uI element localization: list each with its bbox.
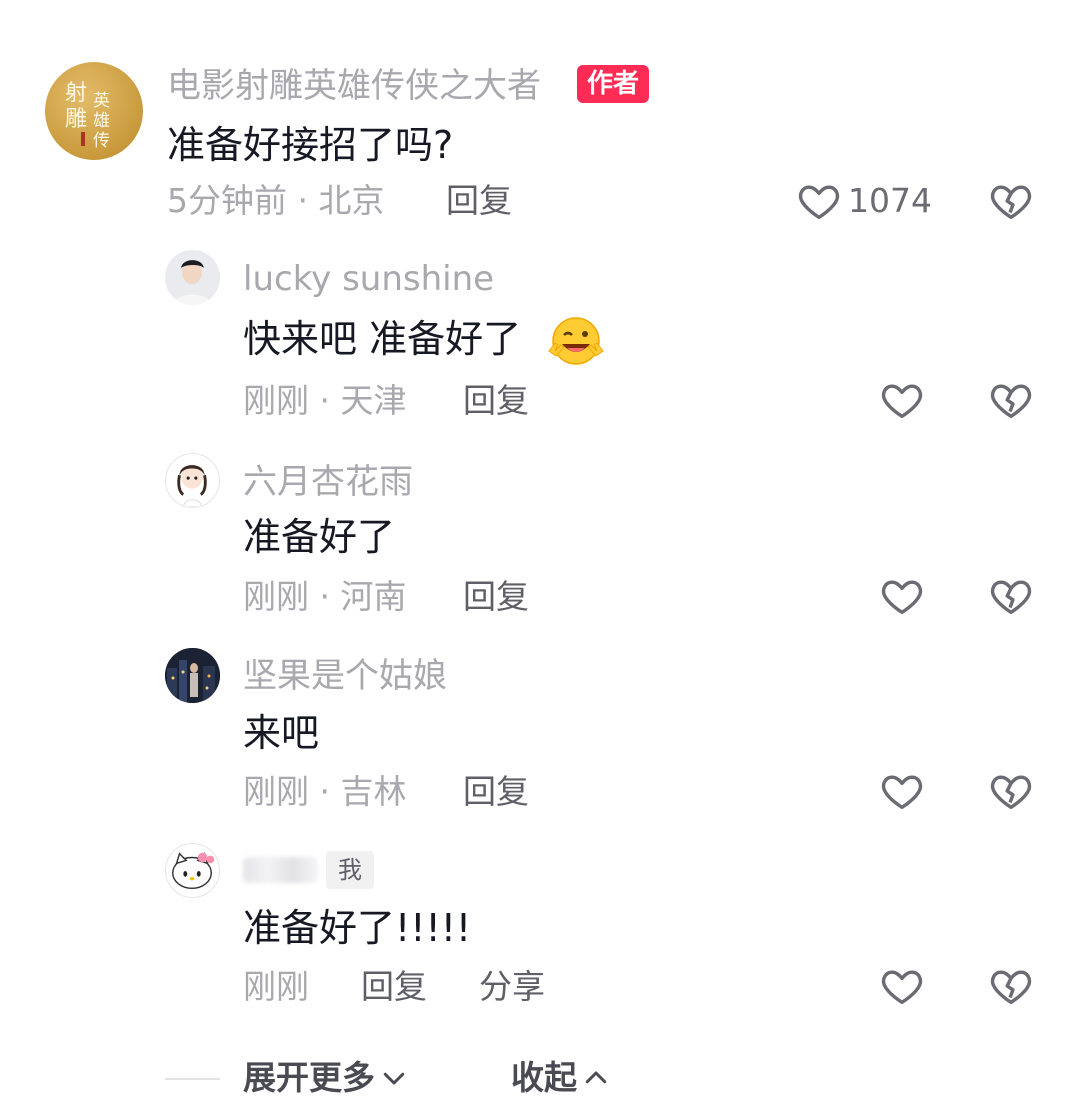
reply-button[interactable]: 回复 bbox=[361, 967, 427, 1007]
blurred-username bbox=[243, 857, 318, 883]
reply-button[interactable]: 回复 bbox=[463, 577, 529, 617]
reply-text: 准备好了 bbox=[243, 515, 396, 559]
like-button[interactable] bbox=[796, 178, 842, 224]
heart-icon bbox=[881, 775, 923, 810]
kitty-character-icon bbox=[172, 852, 215, 890]
broken-heart-icon bbox=[990, 185, 1032, 220]
reply-meta: 刚刚 · 吉林 bbox=[243, 772, 407, 811]
reply-button[interactable]: 回复 bbox=[463, 772, 529, 812]
reply-author[interactable]: 坚果是个姑娘 bbox=[243, 656, 447, 696]
reply-avatar[interactable] bbox=[165, 453, 220, 508]
like-button[interactable] bbox=[879, 963, 925, 1009]
svg-text:传: 传 bbox=[93, 131, 110, 151]
expand-more-button[interactable]: 展开更多 bbox=[243, 1058, 409, 1098]
heart-icon bbox=[881, 970, 923, 1005]
night-city-photo-icon bbox=[165, 648, 220, 703]
author-name[interactable]: 电影射雕英雄传侠之大者 bbox=[167, 66, 541, 106]
broken-heart-icon bbox=[990, 580, 1032, 615]
reply-text: 来吧 bbox=[243, 711, 320, 755]
self-badge: 我 bbox=[326, 851, 374, 889]
dislike-button[interactable] bbox=[988, 573, 1034, 619]
like-button[interactable] bbox=[879, 768, 925, 814]
svg-text:雕: 雕 bbox=[65, 107, 87, 132]
reply-text: 准备好了!!!!! bbox=[243, 906, 472, 950]
share-button[interactable]: 分享 bbox=[479, 967, 545, 1007]
dislike-button[interactable] bbox=[988, 768, 1034, 814]
author-badge: 作者 bbox=[577, 65, 650, 103]
reply-meta: 刚刚 · 河南 bbox=[243, 577, 407, 616]
svg-text:射: 射 bbox=[65, 81, 87, 106]
like-button[interactable] bbox=[879, 377, 925, 423]
reply-avatar[interactable] bbox=[165, 843, 220, 898]
reply-author[interactable]: lucky sunshine bbox=[243, 259, 494, 299]
dislike-button[interactable] bbox=[988, 178, 1034, 224]
reply-avatar[interactable] bbox=[165, 250, 220, 305]
heart-icon bbox=[881, 580, 923, 615]
calligraphy-logo-icon: 射 雕 英 雄 传 bbox=[65, 81, 110, 151]
heart-icon bbox=[798, 185, 840, 220]
dislike-button[interactable] bbox=[988, 963, 1034, 1009]
heart-icon bbox=[881, 384, 923, 419]
broken-heart-icon bbox=[990, 384, 1032, 419]
chevron-down-icon bbox=[383, 1072, 405, 1085]
reply-button[interactable]: 回复 bbox=[463, 381, 529, 421]
author-avatar[interactable]: 射 雕 英 雄 传 bbox=[45, 62, 143, 160]
svg-text:英: 英 bbox=[93, 91, 110, 111]
like-button[interactable] bbox=[879, 573, 925, 619]
reply-avatar[interactable] bbox=[165, 648, 220, 703]
collapse-label: 收起 bbox=[511, 1058, 577, 1097]
broken-heart-icon bbox=[990, 970, 1032, 1005]
dislike-button[interactable] bbox=[988, 377, 1034, 423]
svg-text:雄: 雄 bbox=[93, 111, 110, 131]
reply-author[interactable]: 六月杏花雨 bbox=[243, 462, 413, 502]
comment-text: 准备好接招了吗? bbox=[167, 123, 454, 167]
comment-meta: 5分钟前 · 北京 bbox=[167, 181, 385, 220]
cartoon-girl-icon bbox=[177, 465, 207, 507]
reply-meta: 刚刚 · 天津 bbox=[243, 381, 407, 420]
collapse-button[interactable]: 收起 bbox=[511, 1058, 611, 1098]
winking-face-emoji bbox=[545, 315, 607, 371]
like-count: 1074 bbox=[848, 181, 932, 220]
reply-meta: 刚刚 bbox=[243, 967, 309, 1006]
reply-button[interactable]: 回复 bbox=[446, 181, 512, 221]
expand-more-label: 展开更多 bbox=[243, 1058, 375, 1097]
broken-heart-icon bbox=[990, 775, 1032, 810]
reply-text: 快来吧 准备好了 bbox=[243, 317, 522, 361]
chevron-up-icon bbox=[585, 1071, 607, 1084]
person-photo-icon bbox=[165, 250, 220, 305]
footer-divider bbox=[165, 1078, 220, 1080]
